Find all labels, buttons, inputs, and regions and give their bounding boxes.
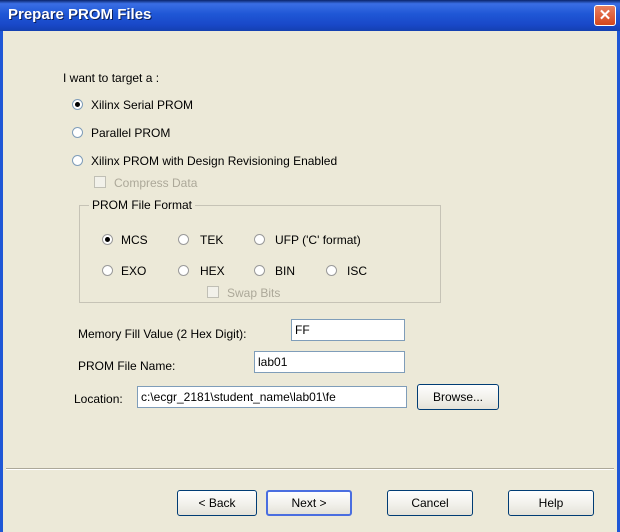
back-button[interactable]: < Back <box>177 490 257 516</box>
label-tek: TEK <box>200 233 224 247</box>
window-frame-left <box>0 31 3 532</box>
target-label: I want to target a : <box>63 71 160 85</box>
browse-button[interactable]: Browse... <box>417 384 499 410</box>
radio-parallel-prom[interactable] <box>72 127 83 138</box>
radio-ufp[interactable] <box>254 234 265 245</box>
memory-fill-input[interactable]: FF <box>291 319 405 341</box>
radio-isc[interactable] <box>326 265 337 276</box>
help-button[interactable]: Help <box>508 490 594 516</box>
label-xilinx-serial-prom: Xilinx Serial PROM <box>91 98 194 112</box>
label-isc: ISC <box>347 264 368 278</box>
window-title: Prepare PROM Files <box>8 6 152 23</box>
memory-fill-label: Memory Fill Value (2 Hex Digit): <box>78 327 247 341</box>
radio-mcs[interactable] <box>102 234 113 245</box>
radio-xilinx-serial-prom[interactable] <box>72 99 83 110</box>
prom-file-name-label: PROM File Name: <box>78 359 176 373</box>
label-bin: BIN <box>275 264 296 278</box>
radio-tek[interactable] <box>178 234 189 245</box>
radio-exo[interactable] <box>102 265 113 276</box>
cancel-button[interactable]: Cancel <box>387 490 473 516</box>
radio-bin[interactable] <box>254 265 265 276</box>
compress-data-checkbox[interactable] <box>94 176 106 188</box>
swap-bits-checkbox[interactable] <box>207 286 219 298</box>
label-mcs: MCS <box>121 233 148 247</box>
label-exo: EXO <box>121 264 147 278</box>
prom-file-format-legend: PROM File Format <box>89 198 196 212</box>
radio-design-revisioning[interactable] <box>72 155 83 166</box>
compress-data-label: Compress Data <box>114 176 198 190</box>
separator <box>6 468 614 470</box>
label-hex: HEX <box>200 264 225 278</box>
label-design-revisioning: Xilinx PROM with Design Revisioning Enab… <box>91 154 338 168</box>
location-input[interactable]: c:\ecgr_2181\student_name\lab01\fe <box>137 386 407 408</box>
title-bar: Prepare PROM Files ✕ <box>0 0 620 31</box>
label-parallel-prom: Parallel PROM <box>91 126 171 140</box>
close-icon: ✕ <box>598 7 612 24</box>
radio-hex[interactable] <box>178 265 189 276</box>
location-label: Location: <box>74 392 123 406</box>
label-ufp: UFP ('C' format) <box>275 233 361 247</box>
swap-bits-label: Swap Bits <box>227 286 281 300</box>
next-button[interactable]: Next > <box>266 490 352 516</box>
prom-file-name-input[interactable]: lab01 <box>254 351 405 373</box>
close-button[interactable]: ✕ <box>594 5 616 26</box>
